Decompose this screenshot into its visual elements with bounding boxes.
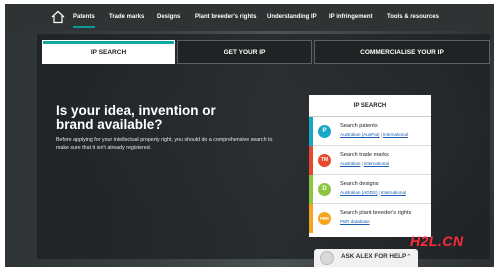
search-trade-marks-title: Search trade marks (340, 152, 389, 158)
plant-breeders-rights-icon: PBR (317, 211, 332, 226)
row-color-stripe (309, 117, 313, 146)
link-patents-international[interactable]: International (383, 132, 408, 137)
search-designs-title: Search designs (340, 181, 379, 187)
nav-item-patents[interactable]: Patents (73, 4, 95, 31)
link-pbr-database[interactable]: PBR database (340, 219, 370, 224)
search-row-patents: P Search patents Australian (AusPat)|Int… (309, 117, 431, 146)
search-trade-marks-links: Australian|International (340, 161, 389, 166)
row-color-stripe (309, 175, 313, 204)
chevron-up-icon: ⌃ (406, 254, 412, 261)
row-color-stripe (309, 146, 313, 175)
hero-headline-line2: brand available? (56, 117, 163, 132)
row-color-stripe (309, 204, 313, 233)
link-patents-australian[interactable]: Australian (AusPat) (340, 132, 380, 137)
patents-icon: P (317, 124, 332, 139)
search-designs-links: Australian (ADDS)|International (340, 190, 407, 195)
nav-item-understanding-ip[interactable]: Understanding IP (267, 4, 317, 31)
alex-avatar (320, 251, 334, 265)
nav-item-tools-resources[interactable]: Tools & resources (387, 4, 439, 31)
watermark-logo: H2L.CN (410, 233, 464, 249)
link-designs-international[interactable]: International (381, 190, 406, 195)
tab-get-your-ip[interactable]: GET YOUR IP (177, 40, 312, 64)
tab-ip-search[interactable]: IP SEARCH (42, 40, 175, 64)
hero-headline: Is your idea, invention or brand availab… (56, 104, 286, 132)
search-pbr-links: PBR database (340, 219, 370, 224)
search-row-trade-marks: TM Search trade marks Australian|Interna… (309, 146, 431, 175)
link-trade-marks-australian[interactable]: Australian (340, 161, 360, 166)
hero-subtext: Before applying for your intellectual pr… (56, 137, 273, 151)
window-frame-right (494, 0, 500, 267)
ip-search-panel: IP SEARCH P Search patents Australian (A… (309, 95, 431, 237)
tab-commercialise-your-ip[interactable]: COMMERCIALISE YOUR IP (314, 40, 490, 64)
link-designs-australian[interactable]: Australian (ADDS) (340, 190, 378, 195)
top-navigation: Patents Trade marks Designs Plant breede… (5, 4, 494, 31)
nav-item-designs[interactable]: Designs (157, 4, 180, 31)
search-patents-title: Search patents (340, 123, 378, 129)
nav-item-ip-infringement[interactable]: IP infringement (329, 4, 373, 31)
hero-headline-line1: Is your idea, invention or (56, 103, 216, 118)
designs-icon: D (317, 182, 332, 197)
search-row-plant-breeders-rights: PBR Search plant breeder's rights PBR da… (309, 204, 431, 233)
trade-marks-icon: TM (317, 153, 332, 168)
nav-item-trade-marks[interactable]: Trade marks (109, 4, 144, 31)
ask-alex-help-button[interactable]: ASK ALEX FOR HELP ⌃ (314, 249, 418, 267)
search-row-designs: D Search designs Australian (ADDS)|Inter… (309, 175, 431, 204)
panel-title: IP SEARCH (309, 95, 431, 117)
home-icon[interactable] (50, 9, 66, 25)
nav-item-plant-breeders-rights[interactable]: Plant breeder's rights (195, 4, 256, 31)
search-patents-links: Australian (AusPat)|International (340, 132, 409, 137)
link-trade-marks-international[interactable]: International (364, 161, 389, 166)
service-tabs: IP SEARCH GET YOUR IP COMMERCIALISE YOUR… (42, 40, 490, 64)
ask-alex-label: ASK ALEX FOR HELP (341, 253, 407, 260)
search-pbr-title: Search plant breeder's rights (340, 210, 412, 216)
